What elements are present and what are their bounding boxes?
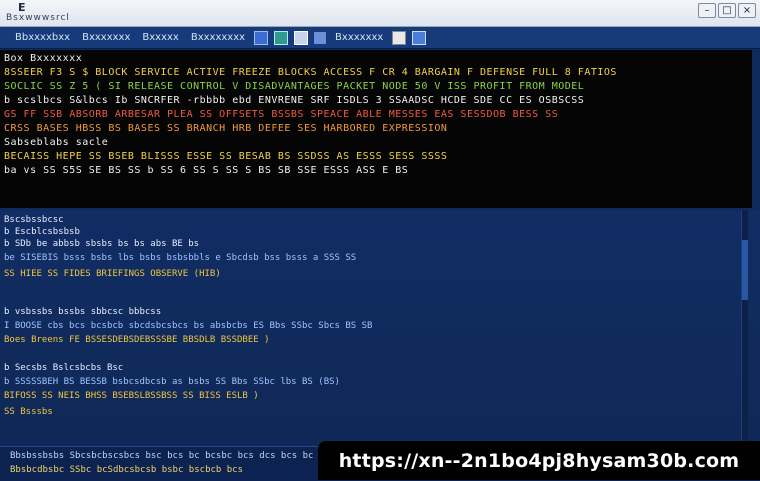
toolbar-item-1[interactable]: Bbxxxxbxx [12, 32, 73, 43]
log-line: GS FF SSB ABSORB ARBESAR PLEA SS OFFSETS… [4, 109, 559, 120]
minimize-button[interactable]: – [698, 3, 716, 18]
maximize-button[interactable]: □ [718, 3, 736, 18]
scrollbar[interactable] [741, 210, 748, 446]
detail-panel: Bscsbssbcsc b Escblcsbsbsb b SDb be abbs… [0, 210, 760, 446]
window-controls: – □ × [698, 3, 756, 18]
status-line-2: Bbsbcdbsbc SSbc bcSdbcsbcsb bsbc bscbcb … [10, 465, 243, 475]
url-watermark: https://xn--2n1bo4pj8hysam30b.com [318, 441, 760, 480]
log-line: Box Bxxxxxxx [4, 53, 83, 64]
log-line: 8SSEER F3 S $ BLOCK SERVICE ACTIVE FREEZ… [4, 67, 617, 78]
refresh-icon[interactable] [274, 30, 289, 45]
log-line: ba vs SS S5S SE BS SS b SS 6 SS S SS S B… [4, 165, 409, 176]
detail-row: be SISEBIS bsss bsbs lbs bsbs bsbsbbls e… [4, 253, 357, 263]
detail-row: b vsbssbs bssbs sbbcsc bbbcss [4, 307, 162, 317]
toolbar-item-2[interactable]: Bxxxxxxx [79, 32, 133, 43]
detail-row: b SSSSSBEH BS BESSB bsbcsdbcsb as bsbs S… [4, 377, 340, 387]
detail-row: b SDb be abbsb sbsbs bs bs abs BE bs [4, 239, 200, 249]
toolbar-item-3[interactable]: Bxxxxx [139, 32, 181, 43]
detail-row: Boes Breens FE BSSESDEBSDEBSSSBE BBSDLB … [4, 335, 270, 345]
title-bar: E Bsxwwwsrcl – □ × [0, 0, 760, 27]
monitor-icon[interactable] [412, 30, 427, 45]
detail-row: b Secsbs Bslcsbcbs Bsc [4, 363, 124, 373]
filter-icon[interactable] [314, 31, 327, 44]
doc-icon[interactable] [294, 30, 309, 45]
detail-row: I BOOSE cbs bcs bcsbcb sbcdsbcsbcs bs ab… [4, 321, 373, 331]
log-line: b scslbcs S&lbcs Ib SNCRFER -rbbbb ebd E… [4, 95, 585, 106]
folder-icon[interactable] [254, 30, 269, 45]
page-icon[interactable] [392, 30, 407, 45]
toolbar: Bbxxxxbxx Bxxxxxxx Bxxxxx Bxxxxxxxx Bxxx… [0, 27, 760, 49]
log-line: SOCLIC SS Z 5 ( SI RELEASE CONTROL V DIS… [4, 81, 585, 92]
detail-row: SS Bsssbs [4, 407, 53, 417]
detail-row: Bscsbssbcsc [4, 215, 64, 225]
toolbar-item-5[interactable]: Bxxxxxxx [332, 32, 386, 43]
log-panel: Box Bxxxxxxx 8SSEER F3 S $ BLOCK SERVICE… [0, 50, 752, 208]
window-subtitle: Bsxwwwsrcl [6, 13, 70, 23]
detail-row: SS HIEE SS FIDES BRIEFINGS OBSERVE (HIB) [4, 269, 221, 279]
log-line: CRSS BASES HBSS BS BASES SS BRANCH HRB D… [4, 123, 448, 134]
status-line-1: Bbsbssbsbs Sbcsbcbscsbcs bsc bcs bc bcsb… [10, 451, 314, 461]
log-line: Sabseblabs sacle [4, 137, 109, 148]
close-button[interactable]: × [738, 3, 756, 18]
detail-row: BIFOSS SS NEIS BHSS BSEBSLBSSBSS SS BISS… [4, 391, 259, 401]
toolbar-item-4[interactable]: Bxxxxxxxx [188, 32, 248, 43]
log-line: BECAISS HEPE SS BSEB BLISSS ESSE SS BESA… [4, 151, 448, 162]
scrollbar-thumb[interactable] [742, 240, 748, 300]
detail-row: b Escblcsbsbsb [4, 227, 80, 237]
